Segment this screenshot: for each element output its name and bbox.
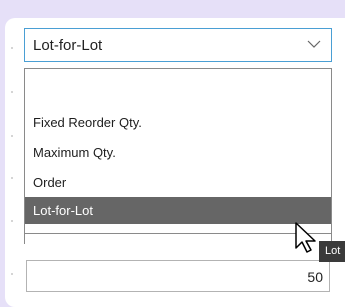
dropdown-option-fixed-reorder-qty[interactable]: Fixed Reorder Qty.	[25, 109, 331, 136]
dropdown-option-blank[interactable]	[25, 81, 331, 108]
option-tooltip: Lot	[319, 241, 345, 262]
dropdown-list: Fixed Reorder Qty. Maximum Qty. Order Lo…	[24, 68, 332, 234]
field-behind-list	[24, 234, 332, 244]
planning-policy-dropdown[interactable]: Lot-for-Lot	[24, 28, 332, 62]
chevron-down-icon[interactable]	[307, 39, 321, 49]
dropdown-option-maximum-qty[interactable]: Maximum Qty.	[25, 139, 331, 166]
mouse-pointer-icon	[295, 222, 316, 253]
row-guides	[11, 18, 15, 307]
dropdown-option-lot-for-lot[interactable]: Lot-for-Lot	[25, 197, 331, 224]
quantity-value: 50	[307, 269, 323, 285]
quantity-input[interactable]: 50	[26, 260, 330, 292]
dropdown-selected-value: Lot-for-Lot	[33, 37, 103, 54]
dropdown-option-order[interactable]: Order	[25, 169, 331, 196]
